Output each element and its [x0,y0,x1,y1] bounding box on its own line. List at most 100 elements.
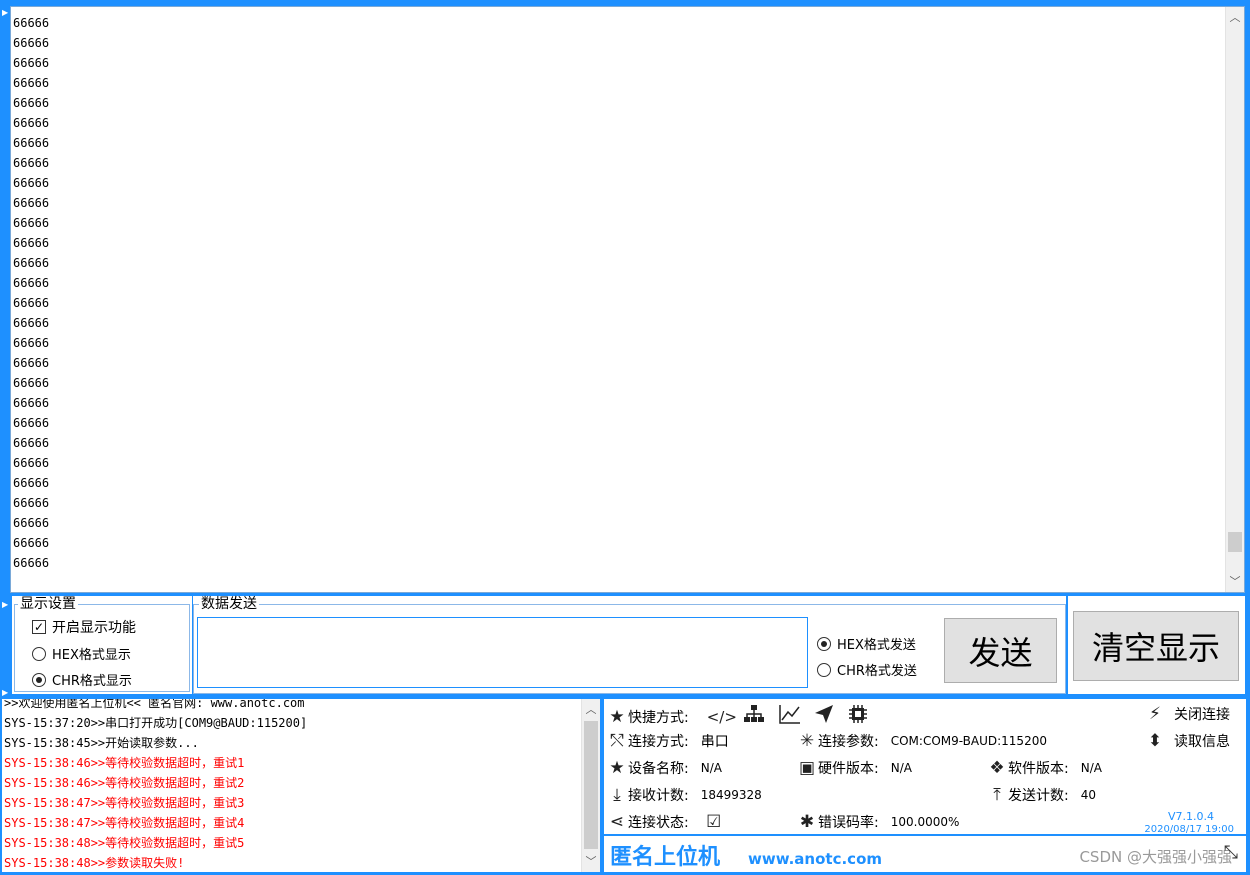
receive-line: 66666 [13,16,50,30]
receive-line: 66666 [13,56,50,70]
system-log[interactable]: >>欢迎使用匿名上位机<< 匿名官网: www.anotc.com SYS-15:… [2,699,600,872]
enable-display-checkbox[interactable]: ✓ 开启显示功能 [32,617,136,637]
chip-icon: ▣ [798,758,816,778]
receive-line: 66666 [13,256,50,270]
hex-display-radio[interactable]: HEX格式显示 [32,644,131,663]
display-settings-panel: 显示设置 ✓ 开启显示功能 HEX格式显示 CHR格式显示 [12,596,192,694]
log-line: SYS-15:38:48>>参数读取失败! [4,856,185,870]
receive-count-value: 18499328 [700,788,762,802]
send-button[interactable]: 发送 [944,618,1057,683]
radio-unselected-icon[interactable] [32,646,46,661]
scroll-thumb[interactable] [584,721,598,849]
software-version-value: N/A [1080,761,1102,775]
scroll-thumb[interactable] [1228,532,1242,552]
log-line: SYS-15:38:47>>等待校验数据超时，重试3 [4,796,245,810]
hardware-version-row: ▣ 硬件版本: N/A [796,758,912,778]
error-rate-row: ✱ 错误码率: 100.0000% [796,812,960,832]
disconnected-icon: ⤲ [610,731,624,751]
receive-line: 66666 [13,36,50,50]
resize-grip-icon[interactable]: ⤡ [1224,842,1238,863]
paper-plane-icon[interactable] [813,704,835,729]
star-icon: ★ [609,706,625,727]
chr-display-radio[interactable]: CHR格式显示 [32,670,132,689]
close-connection-label: 关闭连接 [1174,707,1230,723]
checkbox-checked-icon[interactable]: ✓ [32,620,46,634]
receive-line: 66666 [13,536,50,550]
chr-display-label: CHR格式显示 [52,674,132,689]
software-version-label: 软件版本: [1008,761,1069,777]
log-line: >>欢迎使用匿名上位机<< 匿名官网: www.anotc.com [4,699,305,710]
receive-line: 66666 [13,356,50,370]
device-name-label: 设备名称: [628,761,689,777]
receive-scrollbar[interactable]: ︿ ﹀ [1225,7,1244,592]
send-count-row: ⤒ 发送计数: 40 [986,785,1096,805]
send-data-input[interactable] [197,617,808,688]
log-line: SYS-15:38:48>>等待校验数据超时，重试5 [4,836,245,850]
radio-selected-icon[interactable] [817,636,831,651]
expand-arrow-icon[interactable]: ▶ [2,600,8,609]
receive-line: 66666 [13,516,50,530]
receive-line: 66666 [13,436,50,450]
chip-icon[interactable] [847,704,869,729]
device-name-row: ★ 设备名称: N/A [606,758,722,778]
receive-display-area[interactable]: 66666 66666 66666 66666 66666 66666 66666 66666… [10,6,1245,593]
receive-line: 66666 [13,276,50,290]
log-line: SYS-15:37:20>>串口打开成功[COM9@BAUD:115200] [4,716,308,730]
receive-line: 66666 [13,136,50,150]
enable-display-label: 开启显示功能 [52,620,136,636]
network-tree-icon[interactable] [743,705,765,728]
expand-arrow-icon[interactable]: ▶ [2,8,8,17]
brand-bar: 匿名上位机 www.anotc.com CSDN @大强强小强强 ⤡ [604,836,1246,872]
check-square-icon: ☑ [706,812,722,832]
clear-display-button[interactable]: 清空显示 [1073,611,1239,681]
chr-send-radio[interactable]: CHR格式发送 [817,660,917,679]
log-line: SYS-15:38:46>>等待校验数据超时，重试2 [4,776,245,790]
shortcut-label: 快捷方式: [628,709,689,726]
receive-line: 66666 [13,396,50,410]
connection-param-label: 连接参数: [818,734,879,750]
asterisk-icon: ✳ [799,731,815,751]
scroll-down-arrow-icon[interactable]: ﹀ [582,853,600,870]
data-send-panel: 数据发送 HEX格式发送 CHR格式发送 [193,596,1066,694]
log-line: SYS-15:38:45>>开始读取参数... [4,736,199,750]
send-count-value: 40 [1080,788,1096,802]
star-icon: ★ [609,758,625,778]
line-chart-icon[interactable] [778,704,801,729]
connection-type-row: ⤲ 连接方式: 串口 [606,731,729,751]
expand-arrow-icon[interactable]: ▶ [2,688,8,697]
bug-icon: ✱ [799,812,815,832]
close-connection-button[interactable]: ⚡ 关闭连接 [1144,704,1230,724]
download-icon: ⤓ [613,785,621,805]
receive-line: 66666 [13,216,50,230]
scroll-up-arrow-icon[interactable]: ︿ [1226,9,1244,26]
radio-selected-icon[interactable] [32,672,46,687]
log-lines: >>欢迎使用匿名上位机<< 匿名官网: www.anotc.com SYS-15:… [4,699,307,872]
hardware-version-label: 硬件版本: [818,761,879,777]
connection-type-value: 串口 [700,734,729,750]
receive-line: 66666 [13,316,50,330]
brand-url[interactable]: www.anotc.com [748,850,882,868]
receive-line: 66666 [13,496,50,510]
receive-line: 66666 [13,236,50,250]
hardware-version-value: N/A [890,761,912,775]
status-panel: ★ 快捷方式: </> ⚡ 关闭连接 ⤲ 连接方式: 串口 ✳ 连接参数: CO… [604,699,1246,835]
receive-line: 66666 [13,376,50,390]
receive-line: 66666 [13,116,50,130]
radio-unselected-icon[interactable] [817,662,831,677]
receive-line: 66666 [13,76,50,90]
scroll-up-arrow-icon[interactable]: ︿ [582,701,600,718]
code-icon[interactable]: </> [707,708,737,726]
dropbox-icon: ❖ [989,758,1005,778]
receive-line: 66666 [13,336,50,350]
send-count-label: 发送计数: [1008,788,1069,804]
version-date: 2020/08/17 19:00 [1144,824,1234,835]
log-line: SYS-15:38:47>>等待校验数据超时，重试4 [4,816,245,830]
hex-send-radio[interactable]: HEX格式发送 [817,634,916,653]
connection-param-row: ✳ 连接参数: COM:COM9-BAUD:115200 [796,731,1047,751]
receive-line: 66666 [13,476,50,490]
scroll-down-arrow-icon[interactable]: ﹀ [1226,573,1244,590]
receive-line: 66666 [13,416,50,430]
read-info-button[interactable]: ⬍ 读取信息 [1144,731,1230,751]
log-scrollbar[interactable]: ︿ ﹀ [581,699,600,872]
shortcut-row: ★ 快捷方式: </> [606,704,869,729]
